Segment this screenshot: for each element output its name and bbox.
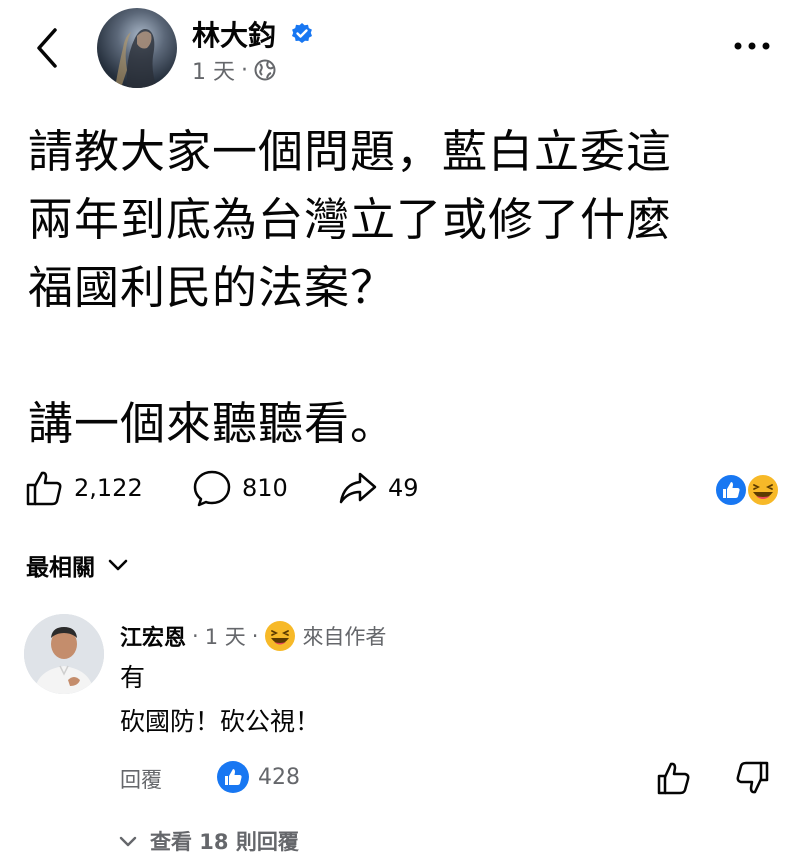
like-reaction-icon	[714, 473, 748, 507]
share-button[interactable]: 49	[338, 468, 419, 508]
author-badge: 來自作者	[302, 625, 387, 649]
comment-line: 砍國防！砍公視！	[120, 707, 321, 736]
globe-icon	[254, 59, 276, 81]
more-options-icon[interactable]	[732, 34, 772, 58]
post-meta: 1 天 ·	[192, 54, 276, 86]
verified-badge-icon	[292, 23, 312, 43]
thumbs-up-icon	[26, 471, 62, 506]
sort-label: 最相關	[26, 555, 95, 581]
post-body: 請教大家一個問題，藍白立委這 兩年到底為台灣立了或修了什麼 福國利民的法案？ 講…	[28, 118, 778, 458]
commenter-avatar[interactable]	[24, 614, 104, 694]
view-replies-button[interactable]: 查看 18 則回覆	[118, 826, 299, 856]
comment-bubble-icon	[193, 470, 231, 507]
share-arrow-icon	[339, 472, 377, 504]
comment-time[interactable]: 1 天	[205, 621, 246, 651]
comment-text: 有 砍國防！砍公視！	[120, 656, 320, 744]
back-arrow-icon[interactable]	[28, 26, 68, 70]
comment-count: 810	[242, 474, 288, 502]
comment-reaction-count[interactable]: 428	[216, 760, 300, 794]
laughing-face-icon	[265, 621, 296, 651]
commenter-name[interactable]: 江宏恩	[120, 620, 186, 652]
like-count: 2,122	[74, 474, 143, 502]
haha-reaction-icon	[746, 473, 780, 507]
author-name[interactable]: 林大鈞	[192, 14, 276, 54]
post-line: 講一個來聽聽看。	[28, 397, 397, 450]
comment-like-count: 428	[258, 764, 300, 790]
thumbs-up-icon[interactable]	[654, 758, 694, 798]
post-line: 兩年到底為台灣立了或修了什麼	[28, 193, 673, 246]
meta-separator: ·	[251, 624, 259, 648]
post-actions: 2,122 810 49	[24, 468, 784, 512]
comment-header: 江宏恩 · 1 天 · 來自作者	[120, 620, 386, 652]
author-avatar[interactable]	[97, 8, 177, 88]
comment-sort-dropdown[interactable]: 最相關	[26, 548, 129, 582]
thumbs-down-icon[interactable]	[732, 758, 772, 798]
like-button[interactable]: 2,122	[24, 468, 143, 508]
chevron-down-icon	[119, 836, 137, 847]
share-count: 49	[388, 474, 419, 502]
post-line: 福國利民的法案？	[28, 261, 397, 314]
post-line: 請教大家一個問題，藍白立委這	[28, 125, 673, 178]
reply-button[interactable]: 回覆	[120, 764, 162, 794]
comment-button[interactable]: 810	[192, 468, 288, 508]
meta-separator: ·	[241, 57, 248, 83]
post-time[interactable]: 1 天	[192, 54, 235, 86]
post-header: 林大鈞 1 天 ·	[0, 0, 800, 100]
chevron-down-icon	[108, 559, 128, 571]
meta-separator: ·	[192, 624, 199, 648]
reaction-summary-icons[interactable]	[713, 472, 783, 508]
comment-line: 有	[120, 663, 146, 692]
comment-actions: 回覆 428	[120, 758, 780, 798]
like-reaction-icon	[217, 761, 249, 793]
view-replies-label: 查看 18 則回覆	[150, 830, 299, 854]
